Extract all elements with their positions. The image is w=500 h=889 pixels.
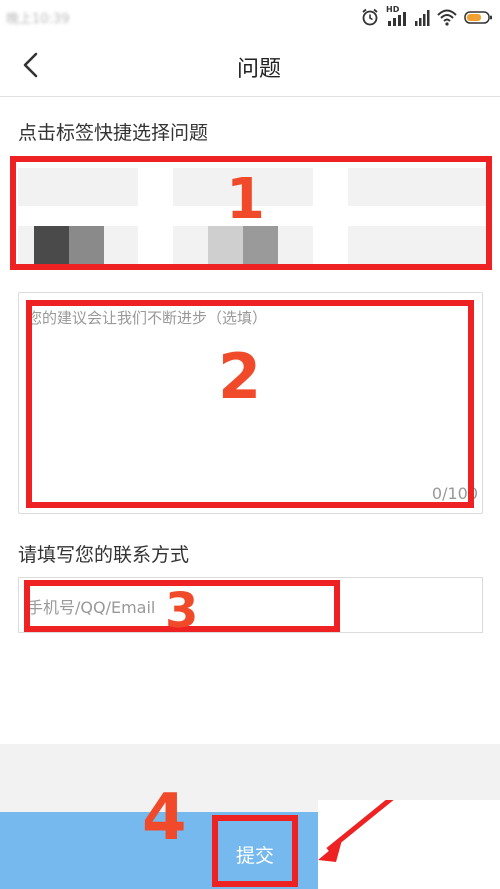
nav-bar: 问题 xyxy=(0,34,500,97)
quick-select-label: 点击标签快捷选择问题 xyxy=(18,122,209,144)
contact-label: 请填写您的联系方式 xyxy=(18,544,190,566)
page-title-text: 问题 xyxy=(236,57,281,82)
step-number-3: 3 xyxy=(165,583,199,639)
submit-label: 提交 xyxy=(235,845,274,867)
wifi-icon xyxy=(437,9,457,26)
bottom-overlay xyxy=(318,800,500,889)
step-number-4: 4 xyxy=(142,781,187,855)
page-title: 问题 xyxy=(0,51,500,83)
status-time: 晚上10:39 xyxy=(6,12,70,27)
submit-button[interactable]: 提交 xyxy=(212,815,298,887)
status-icons: HD xyxy=(360,5,494,28)
arrow-icon xyxy=(318,800,394,862)
hd-icon: HD xyxy=(386,5,408,27)
status-bar: 晚上10:39 HD xyxy=(0,0,500,34)
signal-icon xyxy=(415,10,430,26)
title-mask xyxy=(218,58,237,82)
battery-icon xyxy=(464,11,492,24)
step-number-2: 2 xyxy=(218,340,262,413)
alarm-icon xyxy=(362,8,378,26)
step-number-1: 1 xyxy=(226,167,265,232)
